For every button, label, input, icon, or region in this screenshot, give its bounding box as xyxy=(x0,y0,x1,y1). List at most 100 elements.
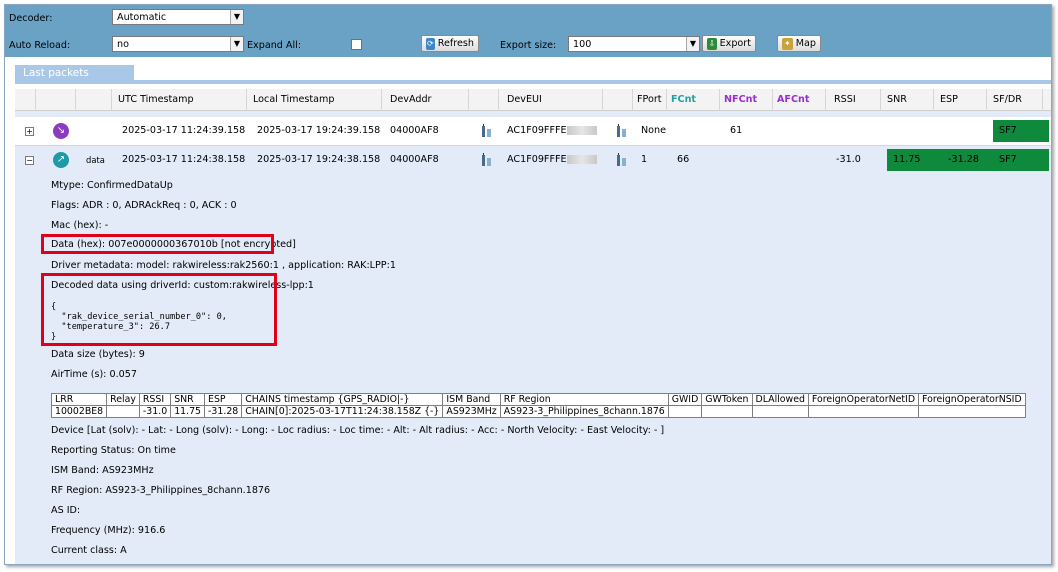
auto-reload-select-value: no xyxy=(117,39,129,50)
lrr-col-dlallowed: DLAllowed xyxy=(751,393,809,406)
lrr-table-header: LRR Relay RSSI SNR ESP CHAINS timestamp … xyxy=(50,393,1026,406)
lrr-col-lrr: LRR xyxy=(50,393,108,406)
grid-header: UTC Timestamp Local Timestamp DevAddr De… xyxy=(15,89,1051,111)
header-rssi[interactable]: RSSI xyxy=(826,89,881,111)
refresh-button[interactable]: ⟳ Refresh xyxy=(421,35,479,52)
row-deveui: AC1F09FFFE xyxy=(507,146,597,174)
gateway-icon[interactable] xyxy=(481,124,493,138)
row-local-timestamp: 2025-03-17 19:24:38.158 xyxy=(257,154,381,165)
header-gw1 xyxy=(469,89,499,111)
header-snr[interactable]: SNR xyxy=(881,89,934,111)
chevron-down-icon: ▼ xyxy=(230,37,243,51)
toolbar: Decoder: Automatic ▼ Auto Reload: no ▼ E… xyxy=(5,5,1051,57)
row-devaddr: 04000AF8 xyxy=(390,125,439,136)
export-size-label: Export size: xyxy=(500,40,557,51)
row-devaddr: 04000AF8 xyxy=(390,154,439,165)
lrr-col-chains: CHAINS timestamp {GPS_RADIO|-} xyxy=(241,393,444,406)
row-collapse-toggle[interactable]: − xyxy=(25,156,34,165)
lrr-table: LRR Relay RSSI SNR ESP CHAINS timestamp … xyxy=(50,393,1026,418)
export-button[interactable]: ⇩ Export xyxy=(702,35,756,52)
header-fport[interactable]: FPort xyxy=(633,89,667,111)
refresh-button-label: Refresh xyxy=(437,38,474,49)
header-deveui[interactable]: DevEUI xyxy=(499,89,603,111)
export-csv-icon: ⇩ xyxy=(707,37,717,50)
header-afcnt[interactable]: AFCnt xyxy=(773,89,826,111)
lrr-cell xyxy=(918,405,1026,418)
detail-flags: Flags: ADR : 0, ADRAckReq : 0, ACK : 0 xyxy=(51,200,237,211)
gateway-icon[interactable] xyxy=(481,153,493,167)
row-deveui-text: AC1F09FFFE xyxy=(507,154,567,165)
header-sf-dr[interactable]: SF/DR xyxy=(987,89,1043,111)
row-deveui-text: AC1F09FFFE xyxy=(507,125,567,136)
chevron-down-icon: ▼ xyxy=(230,10,243,24)
expand-all-label: Expand All: xyxy=(247,40,302,51)
row-rssi: -31.0 xyxy=(836,154,861,165)
auto-reload-label: Auto Reload: xyxy=(9,40,71,51)
row-type: data xyxy=(86,155,105,165)
redacted-mask xyxy=(566,125,597,135)
chevron-down-icon: ▼ xyxy=(686,37,699,51)
refresh-icon: ⟳ xyxy=(426,37,435,50)
gateway-icon[interactable] xyxy=(616,153,628,167)
lrr-cell: 11.75 xyxy=(170,405,206,418)
export-button-label: Export xyxy=(719,38,751,49)
decoder-select-value: Automatic xyxy=(117,12,167,23)
lrr-cell: -31.28 xyxy=(204,405,243,418)
header-esp[interactable]: ESP xyxy=(934,89,987,111)
row-utc-timestamp: 2025-03-17 11:24:39.158 xyxy=(122,125,246,136)
table-row[interactable]: − ↗ data 2025-03-17 11:24:38.158 2025-03… xyxy=(15,145,1051,173)
lrr-cell xyxy=(751,405,809,418)
panel-title-underline xyxy=(15,80,1051,84)
lrr-cell xyxy=(667,405,703,418)
row-esp-badge: -31.28 xyxy=(940,149,993,171)
gateway-icon[interactable] xyxy=(616,124,628,138)
lrr-col-rssi: RSSI xyxy=(138,393,172,406)
header-type xyxy=(76,89,112,111)
decoder-label: Decoder: xyxy=(9,13,53,24)
map-button[interactable]: ✦ Map xyxy=(777,35,821,52)
header-fcnt[interactable]: FCnt xyxy=(667,89,720,111)
map-button-label: Map xyxy=(795,38,816,49)
header-expander xyxy=(15,89,36,111)
detail-ism-band: ISM Band: AS923MHz xyxy=(51,465,154,476)
lrr-col-ism-band: ISM Band xyxy=(442,393,501,406)
header-local-timestamp[interactable]: Local Timestamp xyxy=(247,89,382,111)
lrr-cell xyxy=(106,405,140,418)
auto-reload-select[interactable]: no ▼ xyxy=(112,36,244,52)
export-size-select[interactable]: 100 ▼ xyxy=(568,36,700,52)
lrr-col-relay: Relay xyxy=(106,393,140,406)
row-fport: None xyxy=(641,125,667,136)
header-nfcnt[interactable]: NFCnt xyxy=(720,89,773,111)
header-gw2 xyxy=(603,89,633,111)
lrr-cell xyxy=(807,405,920,418)
row-nfcnt: 61 xyxy=(730,125,743,136)
lrr-col-esp: ESP xyxy=(204,393,243,406)
highlight-box xyxy=(41,234,274,254)
table-row[interactable]: + ↘ 2025-03-17 11:24:39.158 2025-03-17 1… xyxy=(15,117,1051,145)
row-expand-toggle[interactable]: + xyxy=(25,127,34,136)
expand-all-checkbox[interactable] xyxy=(351,39,362,50)
downlink-arrow-icon: ↘ xyxy=(53,123,69,139)
header-direction xyxy=(36,89,76,111)
map-icon: ✦ xyxy=(782,37,793,50)
row-fcnt: 66 xyxy=(677,154,690,165)
detail-reporting-status: Reporting Status: On time xyxy=(51,445,176,456)
row-snr-badge: 11.75 xyxy=(887,149,940,171)
detail-frequency: Frequency (MHz): 916.6 xyxy=(51,525,166,536)
lrr-col-gwid: GWID xyxy=(667,393,703,406)
detail-airtime: AirTime (s): 0.057 xyxy=(51,369,137,380)
last-packets-tab[interactable]: Last packets xyxy=(15,65,134,81)
detail-device: Device [Lat (solv): - Lat: - Long (solv)… xyxy=(51,425,665,436)
lrr-col-rf-region: RF Region xyxy=(499,393,669,406)
decoder-select[interactable]: Automatic ▼ xyxy=(112,9,244,25)
row-deveui: AC1F09FFFE xyxy=(507,117,597,145)
lrr-col-foreign-netid: ForeignOperatorNetID xyxy=(807,393,920,406)
lrr-cell xyxy=(701,405,753,418)
header-devaddr[interactable]: DevAddr xyxy=(382,89,469,111)
detail-as-id: AS ID: xyxy=(51,505,81,516)
header-utc-timestamp[interactable]: UTC Timestamp xyxy=(112,89,247,111)
lrr-cell: CHAIN[0]:2025-03-17T11:24:38.158Z {-} xyxy=(241,405,444,418)
lrr-col-gwtoken: GWToken xyxy=(701,393,753,406)
redacted-mask xyxy=(566,154,597,164)
export-size-select-value: 100 xyxy=(573,39,592,50)
